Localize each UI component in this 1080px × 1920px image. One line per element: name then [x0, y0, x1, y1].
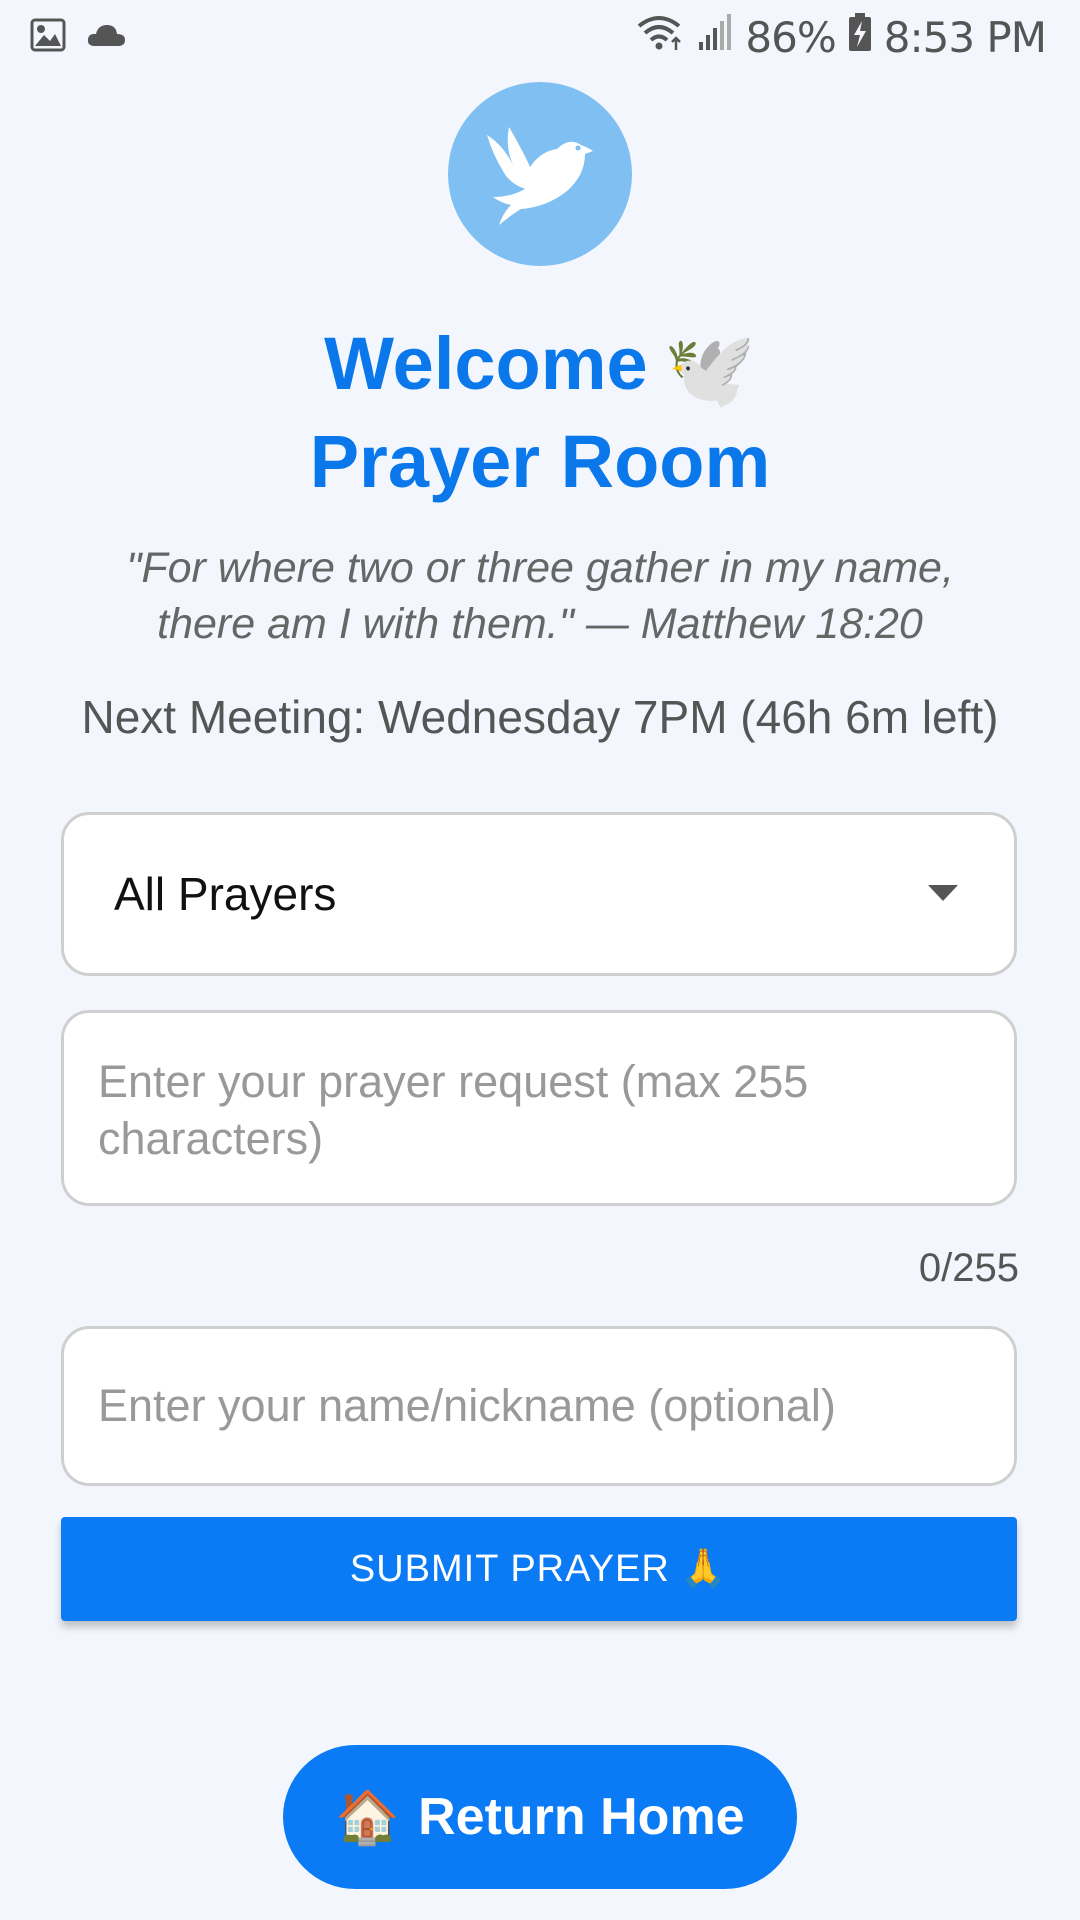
- prayer-request-field[interactable]: [61, 1010, 1017, 1206]
- status-bar-left: [30, 18, 126, 57]
- status-bar: 86% 8:53 PM: [0, 0, 1080, 72]
- title-welcome: Welcome: [324, 322, 648, 405]
- wifi-icon: [635, 12, 685, 62]
- title-line-2: Prayer Room: [309, 420, 771, 503]
- return-home-button[interactable]: 🏠 Return Home: [283, 1745, 797, 1889]
- battery-icon: [848, 12, 872, 62]
- dove-icon: [475, 107, 605, 242]
- chevron-down-icon: [928, 885, 958, 901]
- verse-line-1: "For where two or three gather in my nam…: [126, 544, 954, 592]
- next-meeting-text: Next Meeting: Wednesday 7PM (46h 6m left…: [81, 691, 999, 743]
- praying-hands-icon: 🙏: [679, 1548, 729, 1590]
- clock: 8:53 PM: [883, 12, 1047, 62]
- character-counter: 0/255: [918, 1246, 1019, 1290]
- submit-prayer-button[interactable]: SUBMIT PRAYER 🙏: [61, 1517, 1017, 1621]
- battery-level: 86%: [745, 12, 836, 62]
- prayer-filter-value: All Prayers: [114, 868, 337, 920]
- signal-icon: [697, 12, 733, 62]
- name-field[interactable]: [61, 1326, 1017, 1486]
- cloud-icon: [86, 22, 126, 53]
- image-icon: [30, 18, 66, 57]
- title-line-1: Welcome 🕊️: [0, 318, 1080, 416]
- house-icon: 🏠: [335, 1788, 401, 1847]
- return-home-label: Return Home: [418, 1788, 745, 1846]
- dove-emoji-icon: 🕊️: [663, 328, 756, 411]
- bible-verse: "For where two or three gather in my nam…: [60, 540, 1020, 652]
- logo: [448, 82, 632, 266]
- prayer-request-input[interactable]: [98, 1053, 978, 1173]
- status-bar-right: 86% 8:53 PM: [635, 10, 1047, 64]
- verse-line-2: there am I with them." — Matthew 18:20: [157, 600, 923, 648]
- page-title: Welcome 🕊️ Prayer Room: [0, 318, 1080, 508]
- name-input[interactable]: [98, 1329, 978, 1483]
- submit-prayer-label: SUBMIT PRAYER: [349, 1547, 670, 1590]
- prayer-filter-dropdown[interactable]: All Prayers: [61, 812, 1017, 976]
